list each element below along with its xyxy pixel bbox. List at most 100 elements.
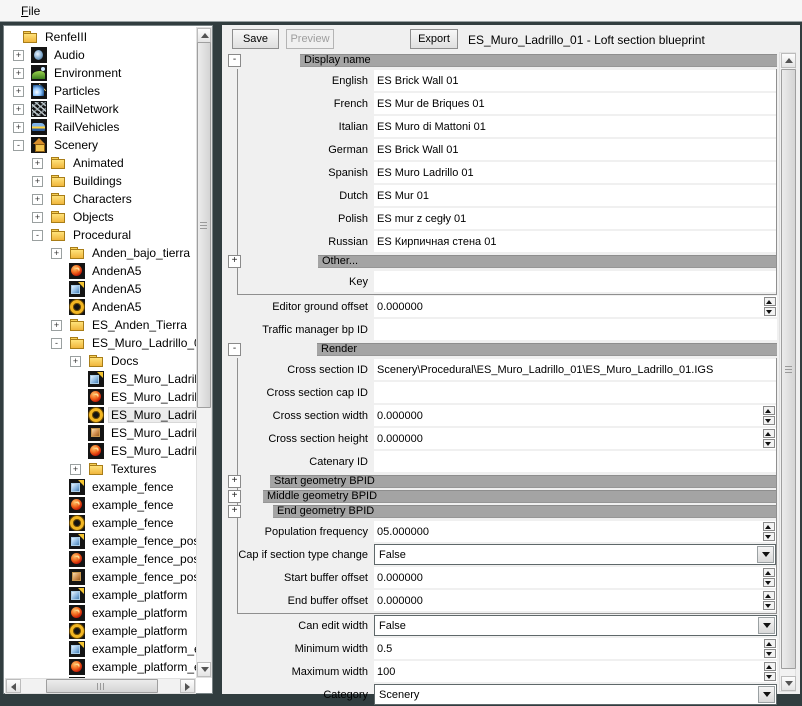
tree-item[interactable]: example_platform_end <box>5 640 196 658</box>
value-field[interactable]: 100 <box>374 661 777 682</box>
dropdown-field[interactable]: False <box>374 544 776 565</box>
tree-item[interactable]: ES_Muro_Ladrillo_( <box>5 370 196 388</box>
tree-expand-icon[interactable]: + <box>13 50 24 61</box>
scroll-up-button[interactable] <box>781 53 796 68</box>
value-field[interactable] <box>374 451 776 472</box>
dropdown-arrow-button[interactable] <box>758 686 775 703</box>
section-header-bar[interactable]: Middle geometry BPID <box>263 490 776 503</box>
tree-item[interactable]: +Buildings <box>5 172 196 190</box>
tree-collapse-icon[interactable]: - <box>32 230 43 241</box>
tree-item[interactable]: example_fence <box>5 514 196 532</box>
scroll-thumb[interactable] <box>781 69 796 669</box>
tree-item[interactable]: example_fence_post <box>5 568 196 586</box>
tree-item[interactable]: +Animated <box>5 154 196 172</box>
expand-section-button[interactable]: + <box>228 490 241 503</box>
dropdown-arrow-button[interactable] <box>758 617 775 634</box>
value-field[interactable]: ES Muro di Mattoni 01 <box>374 116 776 137</box>
dropdown-arrow-button[interactable] <box>757 546 774 563</box>
spinner-down-button[interactable] <box>764 649 776 658</box>
tree-item[interactable]: AndenA5 <box>5 280 196 298</box>
tree-collapse-icon[interactable]: - <box>51 338 62 349</box>
tree-expand-icon[interactable]: + <box>13 104 24 115</box>
spinner-up-button[interactable] <box>763 591 775 600</box>
tree-item[interactable]: AndenA5 <box>5 298 196 316</box>
tree-item[interactable]: +ES_Anden_Tierra <box>5 316 196 334</box>
spinner-down-button[interactable] <box>764 307 776 316</box>
tree-item[interactable]: -ES_Muro_Ladrillo_01 <box>5 334 196 352</box>
tree-item[interactable]: AndenA5 <box>5 262 196 280</box>
tree-item[interactable]: +Audio <box>5 46 196 64</box>
save-button[interactable]: Save <box>232 29 279 49</box>
dropdown-field[interactable]: Scenery <box>374 684 777 705</box>
tree-collapse-icon[interactable]: - <box>13 140 24 151</box>
spinner-up-button[interactable] <box>763 568 775 577</box>
value-field[interactable]: ES Mur de Briques 01 <box>374 93 776 114</box>
scroll-left-button[interactable] <box>6 679 21 693</box>
expand-section-button[interactable]: + <box>228 505 241 518</box>
spinner-up-button[interactable] <box>764 297 776 306</box>
tree-item[interactable]: -Procedural <box>5 226 196 244</box>
tree-item[interactable]: +Objects <box>5 208 196 226</box>
export-button[interactable]: Export <box>410 29 458 49</box>
tree-item[interactable]: +Particles <box>5 82 196 100</box>
value-field[interactable] <box>374 382 776 403</box>
value-field[interactable]: 0.000000 <box>374 590 776 611</box>
tree-item[interactable]: example_platform <box>5 604 196 622</box>
spinner-up-button[interactable] <box>764 639 776 648</box>
expand-section-button[interactable]: + <box>228 475 241 488</box>
collapse-section-button[interactable]: - <box>228 343 241 356</box>
value-field[interactable]: 0.000000 <box>374 428 776 449</box>
value-field[interactable]: ES mur z cegły 01 <box>374 208 776 229</box>
tree-expand-icon[interactable]: + <box>13 68 24 79</box>
tree-item[interactable]: RenfeIII <box>5 28 196 46</box>
tree-item[interactable]: example_platform <box>5 586 196 604</box>
dropdown-field[interactable]: False <box>374 615 777 636</box>
spinner-up-button[interactable] <box>763 522 775 531</box>
tree-item[interactable]: +RailNetwork <box>5 100 196 118</box>
scroll-up-button[interactable] <box>197 28 211 43</box>
tree-item[interactable]: ES_Muro_Ladrillo_( <box>5 406 196 424</box>
spinner-down-button[interactable] <box>763 439 775 448</box>
value-field[interactable]: ES Brick Wall 01 <box>374 139 776 160</box>
expand-section-button[interactable]: + <box>228 255 241 268</box>
value-field[interactable]: ES Mur 01 <box>374 185 776 206</box>
section-header-bar[interactable]: Render <box>317 343 777 356</box>
tree-item[interactable]: ES_Muro_Ladrillo_( <box>5 388 196 406</box>
collapse-section-button[interactable]: - <box>228 54 241 67</box>
tree-expand-icon[interactable]: + <box>32 158 43 169</box>
tree-item[interactable]: +Textures <box>5 460 196 478</box>
section-header-bar[interactable]: End geometry BPID <box>273 505 776 518</box>
tree-vertical-scrollbar[interactable] <box>196 27 212 678</box>
value-field[interactable]: Scenery\Procedural\ES_Muro_Ladrillo_01\E… <box>374 359 776 380</box>
tree-expand-icon[interactable]: + <box>70 356 81 367</box>
scroll-thumb[interactable] <box>197 42 211 408</box>
tree-item[interactable]: +Anden_bajo_tierra <box>5 244 196 262</box>
section-header-bar[interactable]: Other... <box>318 255 776 268</box>
spinner-up-button[interactable] <box>763 406 775 415</box>
value-field[interactable]: 0.000000 <box>374 567 776 588</box>
tree-expand-icon[interactable]: + <box>13 122 24 133</box>
tree-expand-icon[interactable]: + <box>13 86 24 97</box>
spinner-up-button[interactable] <box>763 429 775 438</box>
value-field[interactable]: 05.000000 <box>374 521 776 542</box>
menu-file[interactable]: File <box>16 3 45 19</box>
section-header-bar[interactable]: Display name <box>300 54 777 67</box>
scroll-down-button[interactable] <box>781 676 796 691</box>
spinner-down-button[interactable] <box>764 672 776 681</box>
value-field[interactable]: 0.5 <box>374 638 777 659</box>
tree-item[interactable]: ES_Muro_Ladrillo_( <box>5 424 196 442</box>
tree-item[interactable]: +Docs <box>5 352 196 370</box>
tree-item[interactable]: +Environment <box>5 64 196 82</box>
scroll-thumb[interactable] <box>46 679 158 693</box>
tree-expand-icon[interactable]: + <box>51 248 62 259</box>
tree-expand-icon[interactable]: + <box>32 194 43 205</box>
tree-item[interactable]: example_platform <box>5 622 196 640</box>
tree-expand-icon[interactable]: + <box>32 212 43 223</box>
tree-item[interactable]: example_fence <box>5 496 196 514</box>
tree-horizontal-scrollbar[interactable] <box>5 678 196 694</box>
tree-item[interactable]: example_fence_post <box>5 550 196 568</box>
value-field[interactable] <box>374 319 777 340</box>
tree-expand-icon[interactable]: + <box>32 176 43 187</box>
tree-expand-icon[interactable]: + <box>70 464 81 475</box>
tree-item[interactable]: ES_Muro_Ladrillo_( <box>5 442 196 460</box>
